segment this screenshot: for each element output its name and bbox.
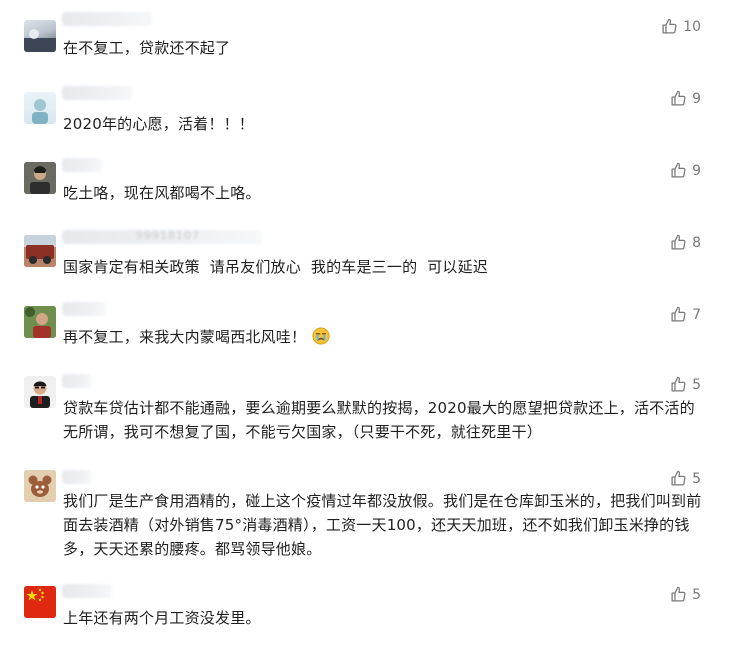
thumbs-up-icon	[670, 90, 687, 107]
thumbs-up-icon	[661, 18, 678, 35]
like-count: 10	[683, 18, 701, 35]
username-fragment: 99918107	[136, 229, 200, 242]
like-button[interactable]: 9	[670, 162, 701, 179]
thumbs-up-icon	[670, 470, 687, 487]
username-blurred[interactable]	[62, 12, 152, 26]
thumbs-up-icon	[670, 234, 687, 251]
username-blurred[interactable]: 99918107	[62, 229, 262, 244]
username-blurred[interactable]	[62, 86, 132, 100]
username-blurred[interactable]	[62, 158, 102, 172]
like-button[interactable]: 9	[670, 90, 701, 107]
like-button[interactable]: 5	[670, 376, 701, 393]
like-button[interactable]: 10	[661, 18, 701, 35]
like-count: 9	[692, 162, 701, 179]
like-count: 5	[692, 376, 701, 393]
comment-item: 10 在不复工，贷款还不起了	[0, 0, 751, 72]
avatar[interactable]	[24, 376, 56, 408]
thumbs-up-icon	[670, 162, 687, 179]
avatar[interactable]	[24, 306, 56, 338]
avatar[interactable]	[24, 470, 56, 502]
username-blurred[interactable]	[62, 470, 92, 484]
comment-text-body: 再不复工，来我大内蒙喝西北风哇！	[63, 328, 307, 346]
comment-text: 国家肯定有相关政策 请吊友们放心 我的车是三一的 可以延迟	[63, 258, 489, 276]
comment-item: 9 吃土咯，现在风都喝不上咯。	[0, 144, 751, 216]
avatar[interactable]	[24, 92, 56, 124]
thumbs-up-icon	[670, 306, 687, 323]
comment-item: 5 我们厂是生产食用酒精的，碰上这个疫情过年都没放假。我们是在仓库卸玉米的，把我…	[0, 456, 751, 576]
like-count: 5	[692, 470, 701, 487]
thumbs-up-icon	[670, 586, 687, 603]
avatar[interactable]	[24, 586, 56, 618]
comment-text: 我们厂是生产食用酒精的，碰上这个疫情过年都没放假。我们是在仓库卸玉米的，把我们叫…	[63, 492, 702, 558]
username-blurred[interactable]	[62, 584, 112, 598]
comment-text: 吃土咯，现在风都喝不上咯。	[63, 184, 261, 202]
comment-text: 2020年的心愿，活着！！！	[63, 115, 254, 133]
comment-text: 上年还有两个月工资没发里。	[63, 609, 261, 627]
avatar[interactable]	[24, 235, 56, 267]
like-count: 5	[692, 586, 701, 603]
comment-text: 再不复工，来我大内蒙喝西北风哇！	[63, 325, 703, 349]
like-count: 9	[692, 90, 701, 107]
like-count: 7	[692, 306, 701, 323]
thumbs-up-icon	[670, 376, 687, 393]
comment-text: 在不复工，贷款还不起了	[63, 39, 231, 57]
crying-face-icon	[312, 327, 330, 345]
like-count: 8	[692, 234, 701, 251]
avatar[interactable]	[24, 20, 56, 52]
comment-text: 贷款车贷估计都不能通融，要么逾期要么默默的按揭，2020最大的愿望把贷款还上，活…	[63, 399, 695, 441]
comment-item: 99918107 8 国家肯定有相关政策 请吊友们放心 我的车是三一的 可以延迟	[0, 216, 751, 288]
comment-item: 7 再不复工，来我大内蒙喝西北风哇！	[0, 288, 751, 360]
comment-item: 5 上年还有两个月工资没发里。	[0, 576, 751, 648]
comment-item: 5 贷款车贷估计都不能通融，要么逾期要么默默的按揭，2020最大的愿望把贷款还上…	[0, 360, 751, 456]
username-blurred[interactable]	[62, 374, 92, 388]
like-button[interactable]: 5	[670, 586, 701, 603]
like-button[interactable]: 5	[670, 470, 701, 487]
username-blurred[interactable]	[62, 302, 106, 316]
like-button[interactable]: 7	[670, 306, 701, 323]
avatar[interactable]	[24, 162, 56, 194]
like-button[interactable]: 8	[670, 234, 701, 251]
comment-item: 9 2020年的心愿，活着！！！	[0, 72, 751, 144]
